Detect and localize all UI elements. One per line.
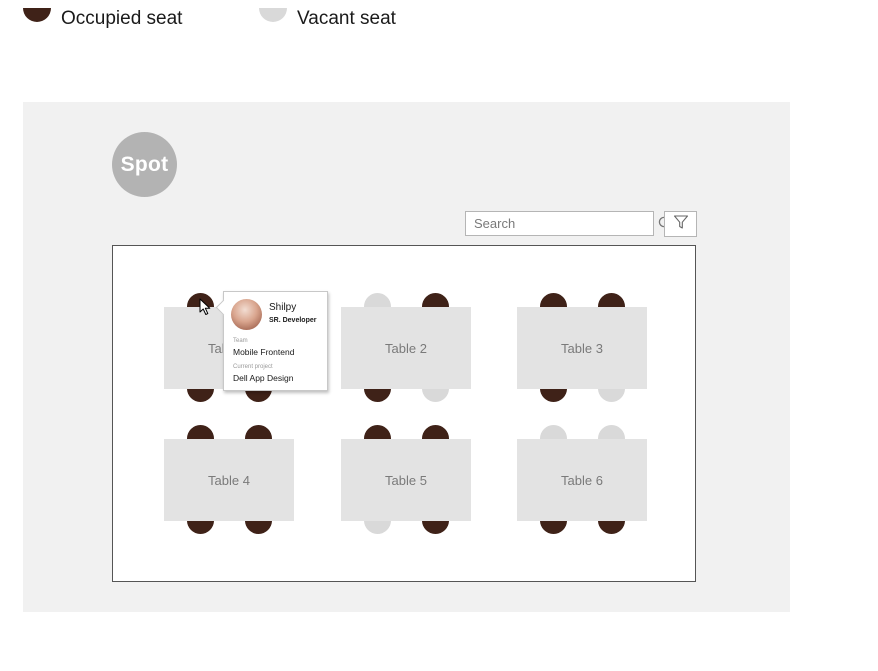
tooltip-name: Shilpy [269,302,297,313]
table-5[interactable]: Table 5 [341,425,471,534]
seat-occupied[interactable] [364,389,391,403]
table-2[interactable]: Table 2 [341,293,471,402]
tooltip-team-label: Team [233,338,248,344]
table-top: Table 2 [341,307,471,389]
table-top: Table 3 [517,307,647,389]
seat-occupied[interactable] [598,521,625,535]
table-label: Table 3 [561,340,603,356]
seat-vacant[interactable] [540,425,567,439]
seat-occupied[interactable] [422,293,449,307]
table-label: Table 2 [385,340,427,356]
table-label: Table 6 [561,472,603,488]
seat-occupied[interactable] [422,425,449,439]
app-panel: Spot Table 1 Table 2 Table 3 [23,102,790,612]
tooltip-project: Dell App Design [233,373,294,383]
legend-occupied-label: Occupied seat [61,8,183,29]
tooltip-project-label: Current project [233,364,273,370]
legend-occupied: Occupied seat [23,8,182,30]
seat-occupied[interactable] [187,389,214,403]
search-box[interactable] [465,211,672,236]
seat-tooltip: Shilpy SR. Developer Team Mobile Fronten… [215,291,328,391]
seat-occupied[interactable] [187,521,214,535]
seat-occupied[interactable] [540,389,567,403]
search-input[interactable] [466,212,658,235]
seat-occupied[interactable] [364,425,391,439]
tooltip-role: SR. Developer [269,317,317,324]
seat-occupied[interactable] [187,425,214,439]
table-top: Table 5 [341,439,471,521]
seat-occupied[interactable] [540,521,567,535]
seat-occupied[interactable] [245,389,272,403]
seat-occupied[interactable] [540,293,567,307]
table-4[interactable]: Table 4 [164,425,294,534]
filter-icon [673,214,689,235]
table-3[interactable]: Table 3 [517,293,647,402]
table-top: Table 6 [517,439,647,521]
table-label: Table 5 [385,472,427,488]
seat-vacant[interactable] [422,389,449,403]
seat-occupied[interactable] [598,293,625,307]
tooltip-team: Mobile Frontend [233,347,295,357]
seat-occupied[interactable] [422,521,449,535]
floor-plan: Table 1 Table 2 Table 3 Table 4 [112,245,696,582]
seat-occupied[interactable] [245,425,272,439]
avatar [231,299,262,330]
vacant-seat-swatch [259,8,287,30]
seat-vacant[interactable] [364,521,391,535]
seat-vacant[interactable] [598,389,625,403]
table-6[interactable]: Table 6 [517,425,647,534]
legend-vacant: Vacant seat [259,8,396,30]
legend-vacant-label: Vacant seat [297,8,396,29]
filter-button[interactable] [664,211,697,237]
table-top: Table 4 [164,439,294,521]
seat-vacant[interactable] [364,293,391,307]
mouse-cursor-icon [199,298,211,315]
spot-logo: Spot [112,132,177,197]
seat-vacant[interactable] [598,425,625,439]
occupied-seat-swatch [23,8,51,30]
seat-occupied[interactable] [245,521,272,535]
table-label: Table 4 [208,472,250,488]
